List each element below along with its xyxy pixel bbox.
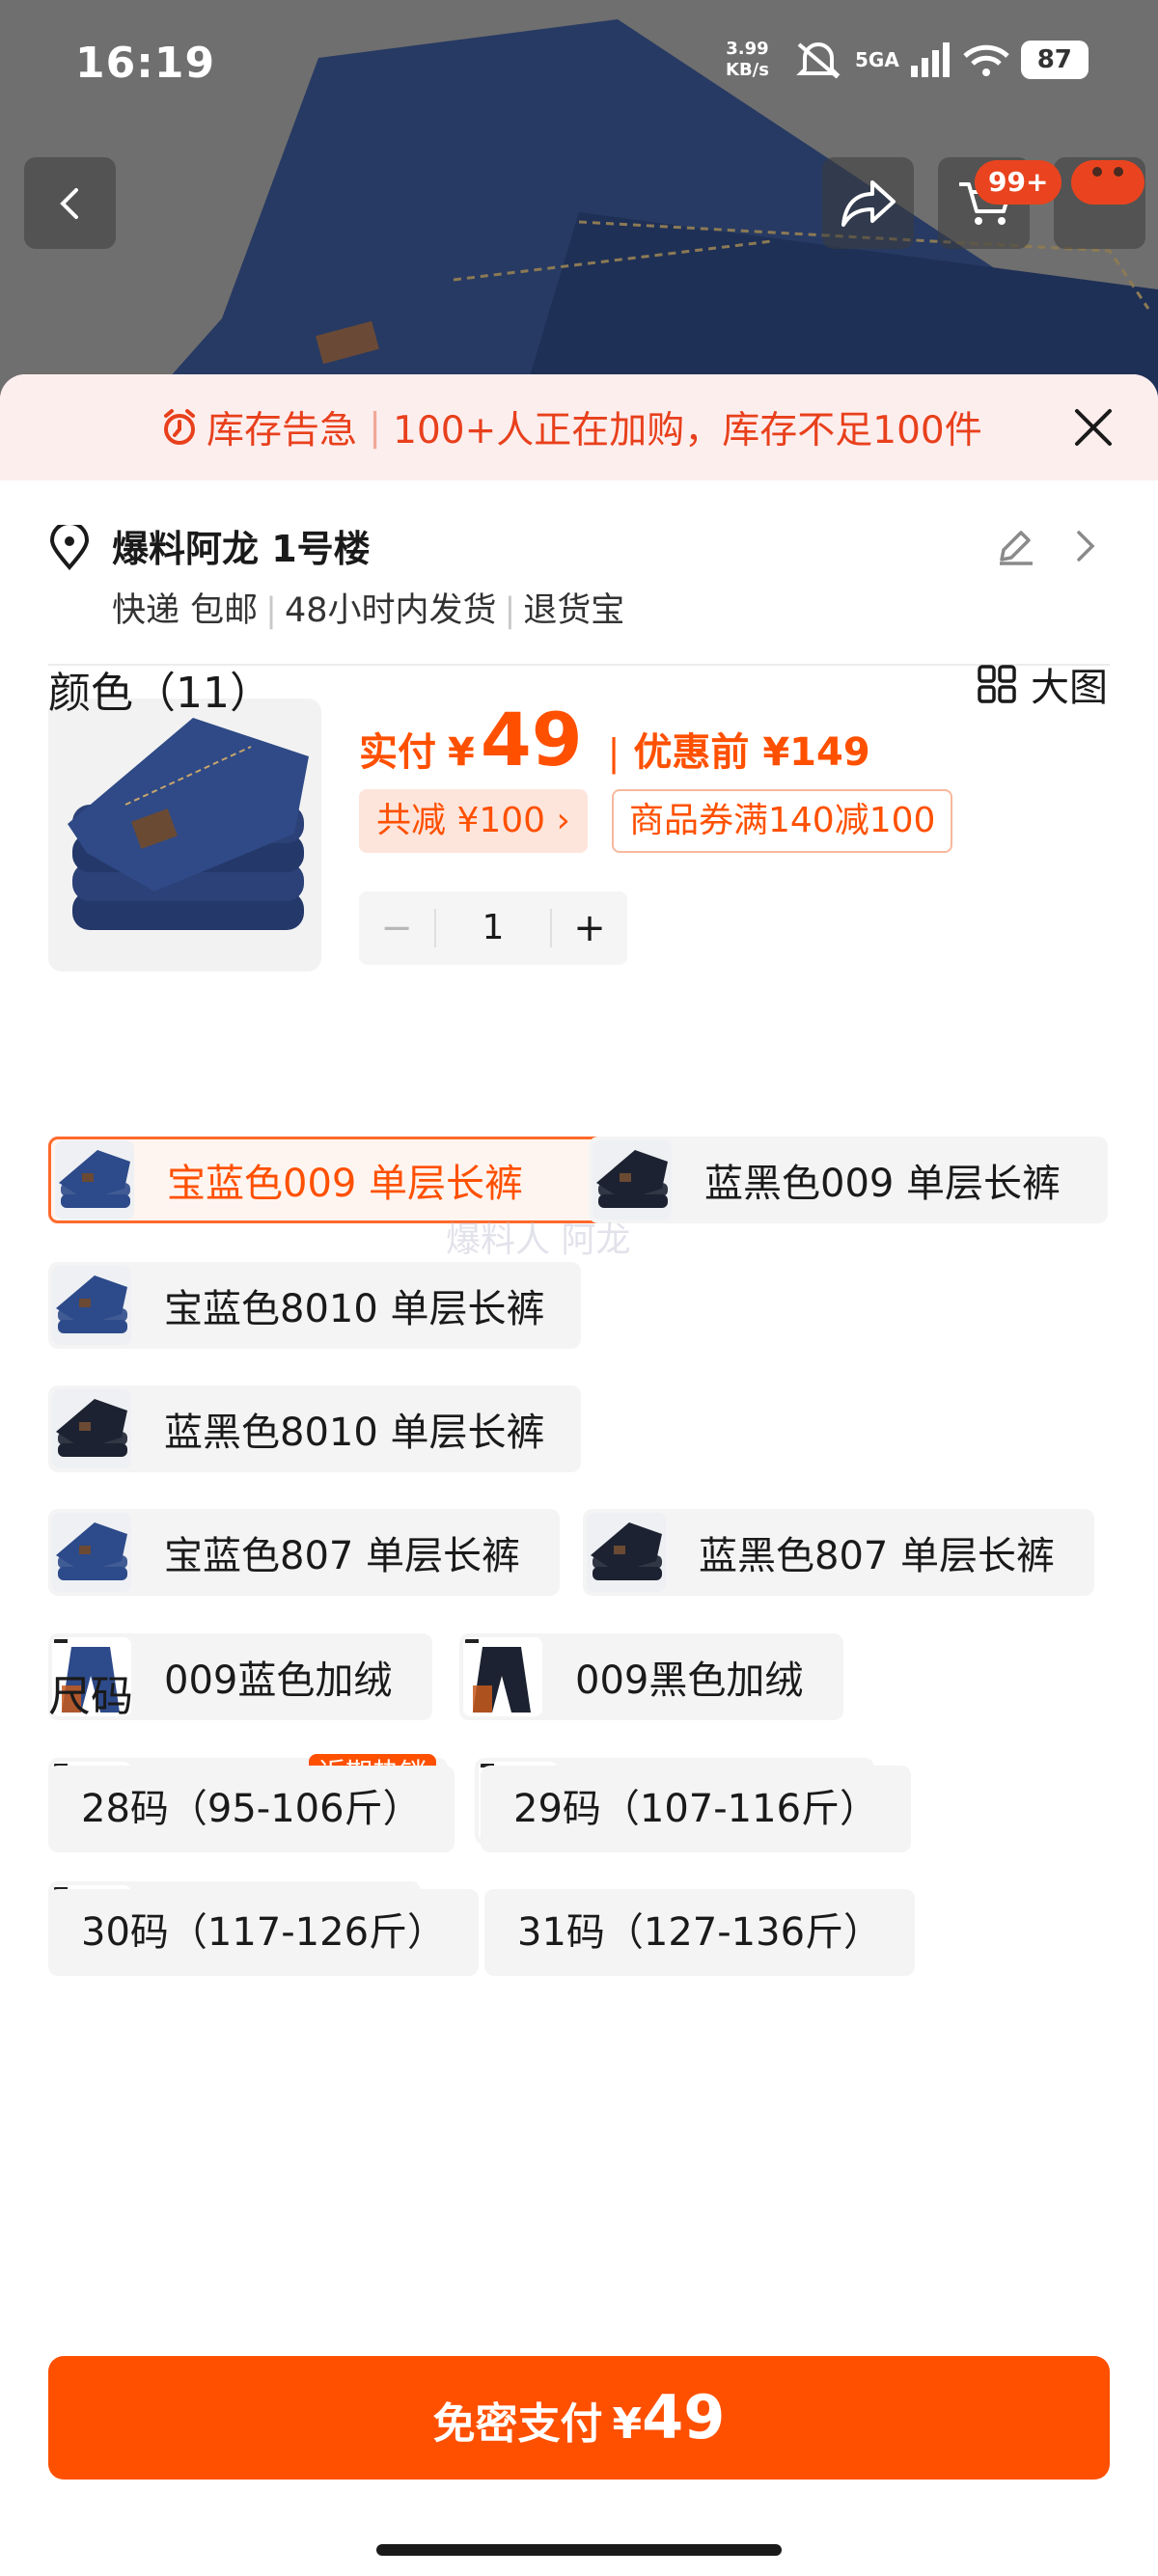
status-bar: 16:19 3.99 KB/s 5GA 87 (0, 0, 1158, 125)
price-separator: | (607, 731, 620, 774)
color-thumbnail (52, 1266, 131, 1345)
color-option-label: 009黑色加绒 (575, 1658, 804, 1703)
battery-indicator: 87 (1020, 41, 1089, 79)
color-thumbnail (587, 1513, 666, 1592)
message-badge (1071, 160, 1144, 205)
quantity-stepper: − 1 + (359, 891, 627, 965)
color-option-label: 蓝黑色009 单层长裤 (704, 1162, 1062, 1206)
color-option-label: 009蓝色加绒 (164, 1658, 393, 1703)
grid-icon (978, 665, 1016, 703)
color-option[interactable]: 宝蓝色8010 单层长裤 (48, 1262, 581, 1349)
pay-button-amount: 49 (642, 2382, 726, 2453)
price-row: 实付 ¥ 49 | 优惠前 ¥149 (359, 697, 870, 782)
bell-muted-icon (796, 42, 841, 79)
color-thumbnail (463, 1637, 542, 1716)
chevron-right-icon[interactable] (1071, 527, 1100, 565)
color-thumbnail (593, 1140, 672, 1219)
color-option[interactable]: 宝蓝色807 单层长裤 (48, 1509, 560, 1596)
wifi-icon (963, 44, 1009, 76)
price-label: 实付 (359, 730, 436, 775)
color-option[interactable]: 009黑色加绒 (459, 1633, 843, 1720)
back-button[interactable] (24, 157, 116, 249)
big-view-toggle[interactable]: 大图 (977, 656, 1108, 712)
chevron-left-icon (59, 187, 78, 219)
home-indicator[interactable] (376, 2544, 782, 2556)
color-option-label: 宝蓝色009 单层长裤 (167, 1162, 524, 1206)
quantity-minus-button[interactable]: − (359, 906, 434, 950)
quantity-plus-button[interactable]: + (552, 906, 627, 950)
coupon-chip: 商品券满140减100 (612, 789, 953, 853)
close-icon[interactable] (1069, 403, 1117, 452)
size-section-title: 尺码 (48, 1672, 133, 1721)
color-thumbnail (52, 1389, 131, 1468)
original-price: 优惠前 ¥149 (633, 730, 870, 775)
delivery-method: 快递 包邮 (112, 591, 259, 630)
share-icon (841, 179, 896, 227)
color-option[interactable]: 蓝黑色8010 单层长裤 (48, 1385, 581, 1472)
quantity-value[interactable]: 1 (434, 909, 552, 947)
alert-separator: | (369, 405, 382, 450)
share-button[interactable] (822, 157, 914, 249)
pay-button-currency: ¥ (612, 2399, 643, 2449)
size-option-28[interactable]: 28码（95-106斤） (48, 1766, 455, 1852)
size-option-29[interactable]: 29码（107-116斤） (481, 1766, 912, 1852)
watermark: 爆料人 阿龙 (446, 1220, 631, 1260)
product-thumbnail[interactable] (48, 699, 321, 972)
color-option[interactable]: 宝蓝色009 单层长裤 (48, 1137, 612, 1223)
stock-alert-banner: 库存告急 | 100+人正在加购，库存不足100件 (0, 374, 1158, 480)
size-option-30[interactable]: 30码（117-126斤） (48, 1889, 480, 1976)
alarm-clock-icon (164, 409, 195, 445)
discount-chip[interactable]: 共减 ¥100 › (359, 789, 588, 853)
price-amount: 49 (480, 697, 583, 782)
signal-icon (910, 42, 950, 77)
stock-alert-message: 100+人正在加购，库存不足100件 (393, 409, 982, 452)
status-icons: 5GA 87 (791, 41, 1089, 79)
pay-button-label: 免密支付 (432, 2399, 603, 2449)
pay-button[interactable]: 免密支付 ¥ 49 (48, 2356, 1110, 2480)
jeans-thumbnail-image (48, 699, 321, 972)
size-option-31[interactable]: 31码（127-136斤） (484, 1889, 916, 1976)
color-thumbnail (55, 1140, 134, 1219)
return-service: 退货宝 (523, 591, 625, 630)
color-option[interactable]: 蓝黑色807 单层长裤 (583, 1509, 1094, 1596)
color-option-label: 宝蓝色8010 单层长裤 (164, 1287, 545, 1331)
delivery-info: 快递 包邮 | 48小时内发货 | 退货宝 (112, 591, 625, 630)
status-time: 16:19 (75, 39, 216, 88)
color-option-label: 蓝黑色8010 单层长裤 (164, 1411, 545, 1455)
price-currency: ¥ (448, 730, 475, 775)
color-thumbnail (52, 1513, 131, 1592)
net-speed: 3.99 KB/s (726, 39, 769, 80)
ship-time: 48小时内发货 (284, 591, 497, 630)
color-option[interactable]: 蓝黑色009 单层长裤 (589, 1137, 1108, 1223)
color-section-title: 颜色（11） (48, 669, 272, 718)
stock-alert-title: 库存告急 (207, 409, 358, 452)
edit-pencil-icon[interactable] (994, 525, 1036, 567)
location-pin-icon (49, 525, 90, 571)
network-type: 5GA (855, 48, 899, 71)
color-option-label: 蓝黑色807 单层长裤 (699, 1534, 1056, 1578)
sku-selection-sheet: 库存告急 | 100+人正在加购，库存不足100件 爆料阿龙 1号楼 快递 包邮… (0, 374, 1158, 2576)
address-name: 爆料阿龙 1号楼 (112, 528, 371, 570)
cart-count-badge: 99+ (975, 160, 1062, 205)
ellipsis-icon (1092, 167, 1123, 177)
big-view-label: 大图 (1031, 666, 1108, 710)
color-option-label: 宝蓝色807 单层长裤 (164, 1534, 521, 1578)
